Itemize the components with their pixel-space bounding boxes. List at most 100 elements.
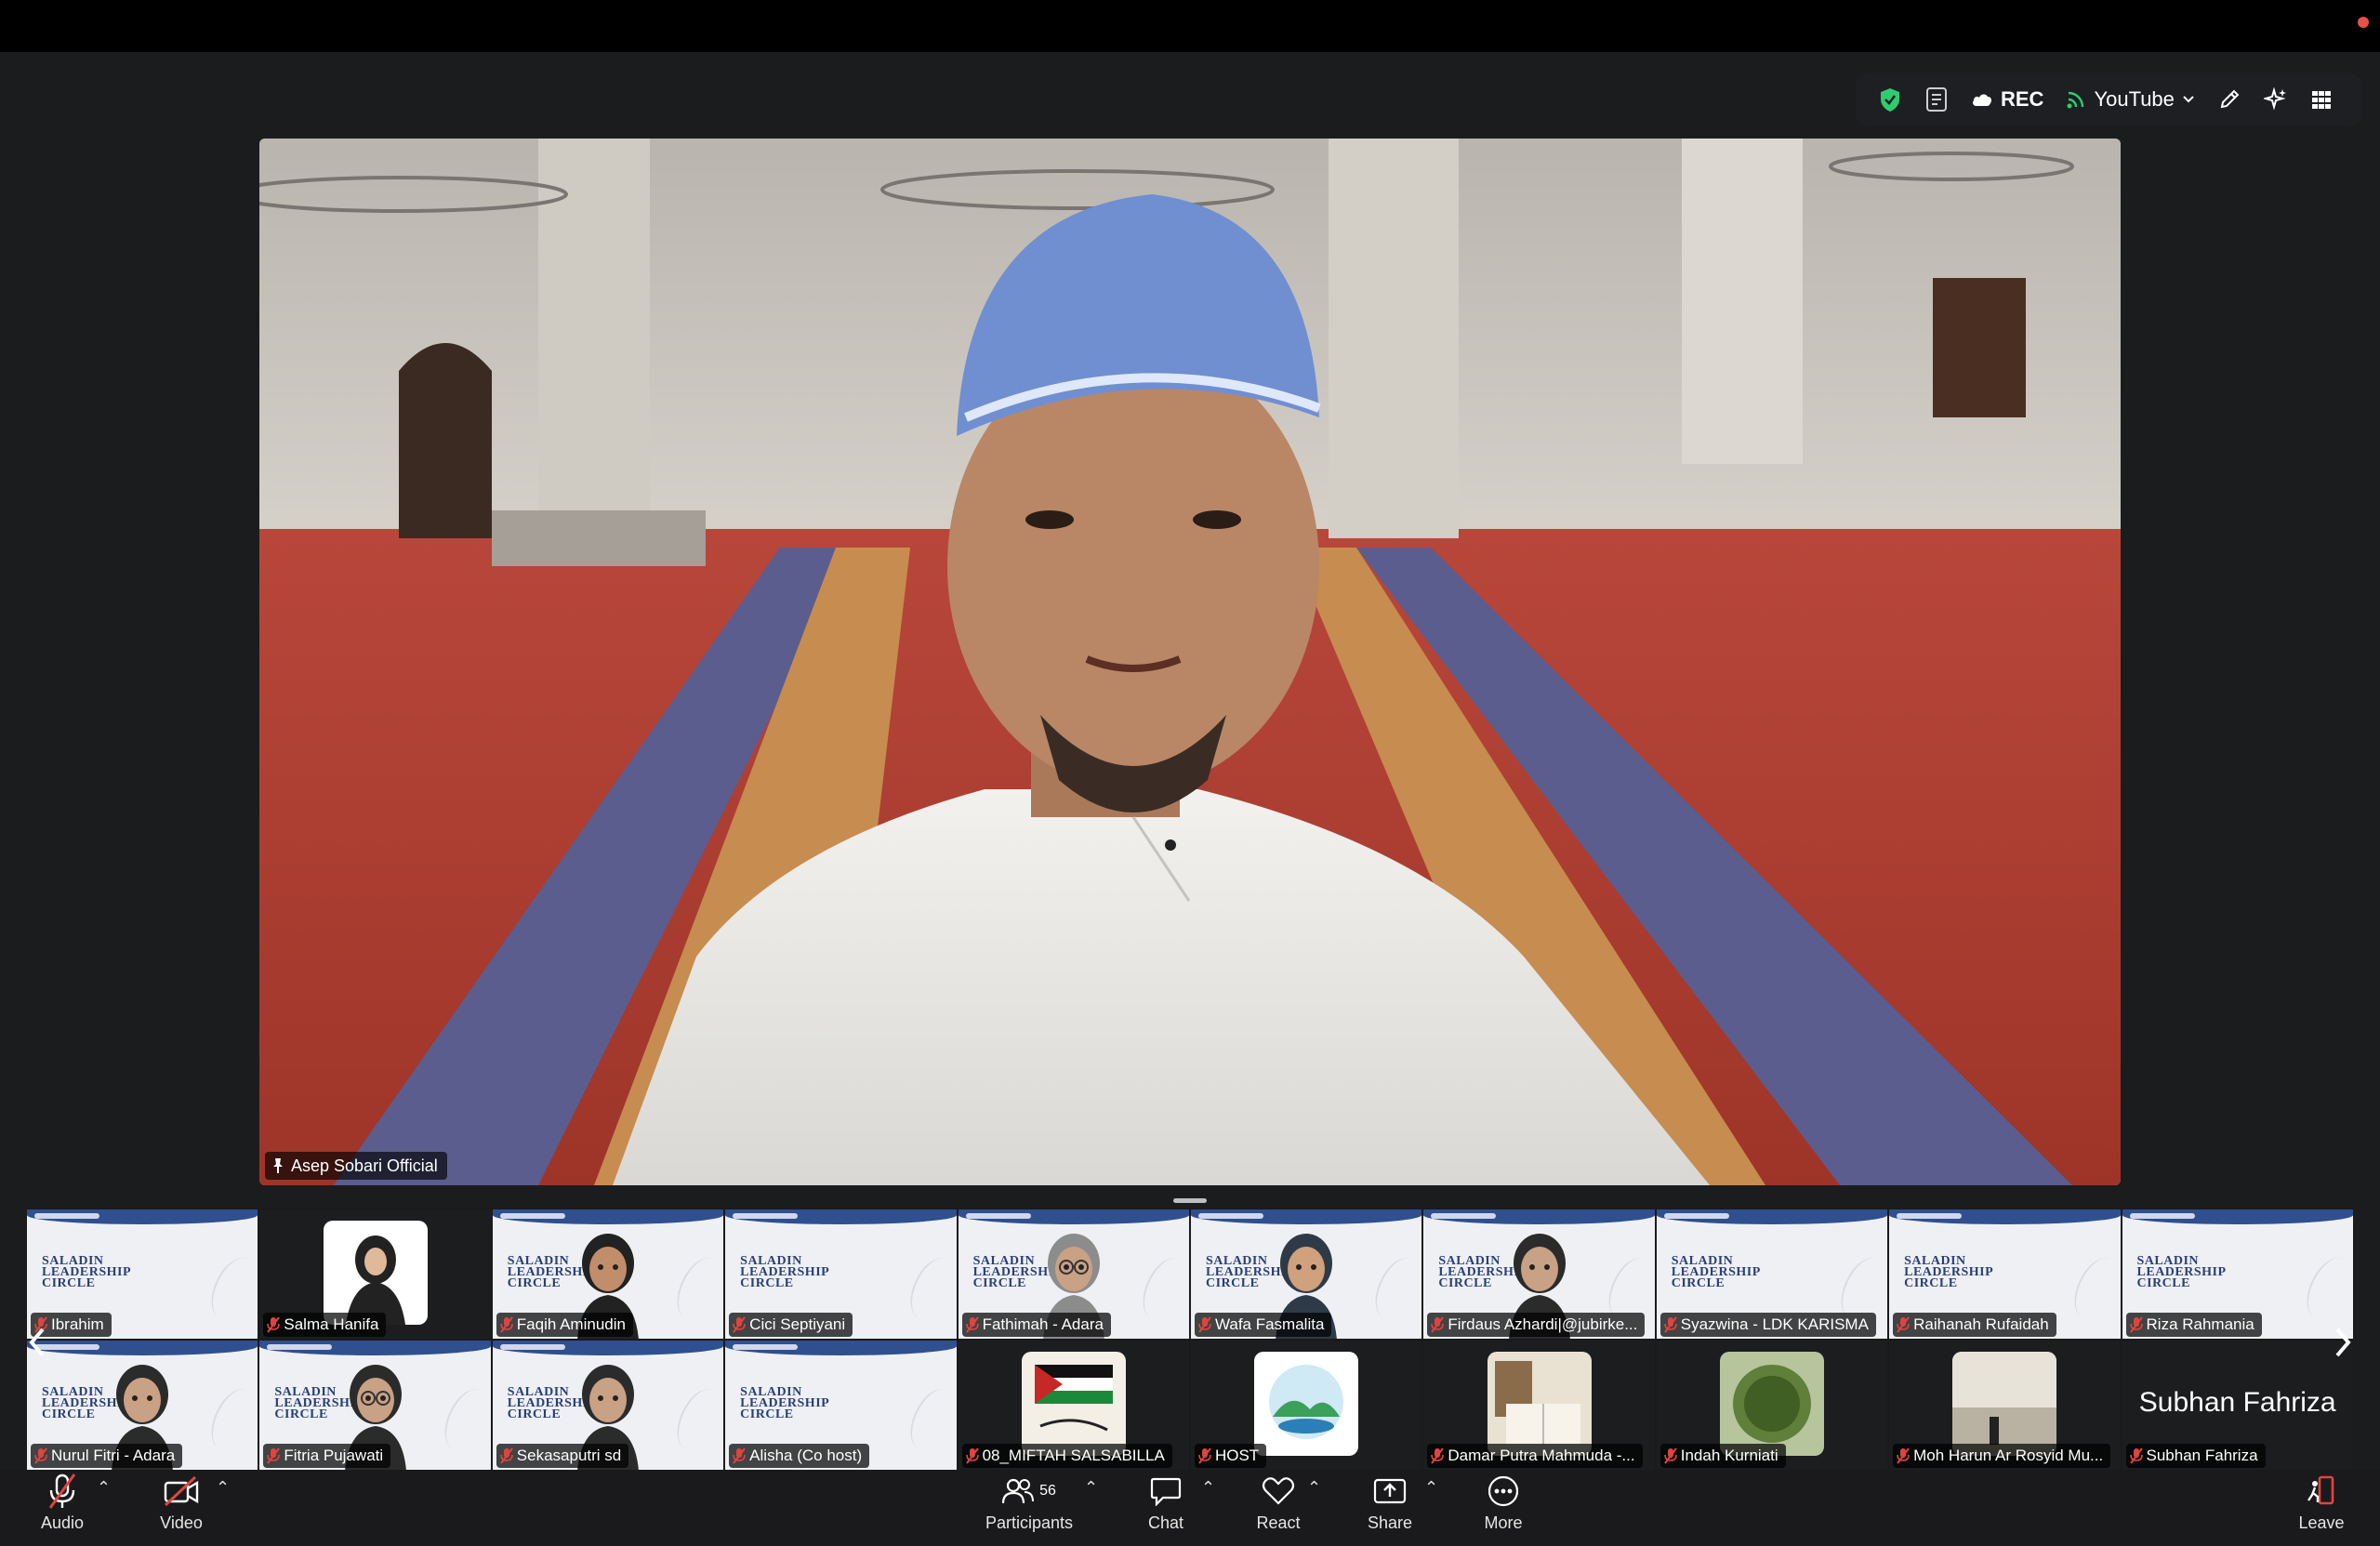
gallery-resize-handle[interactable] [1173,1198,1207,1203]
participant-name: Nurul Fitri - Adara [51,1447,176,1464]
brand-logo: SALADIN LEADERSHIP CIRCLE [42,1254,132,1290]
chat-label: Chat [1147,1513,1184,1532]
brand-logo: SALADIN LEADERSHIP CIRCLE [2136,1254,2227,1290]
participant-tile[interactable]: Moh Harun Ar Rosyid Mu... [1888,1340,2122,1471]
brand-header-bar [1897,1213,1963,1219]
annotate-pencil-icon[interactable] [2206,79,2253,120]
participant-gallery: SALADIN LEADERSHIP CIRCLE Ibrahim Salma Hani… [26,1209,2354,1471]
speaker-name-tag: Asep Sobari Official [265,1152,447,1180]
mic-muted-icon [733,1316,746,1333]
participant-tile[interactable]: SALADIN LEADERSHIP CIRCLE Fathimah - Adara [957,1209,1190,1340]
participant-name: Syazwina - LDK KARISMA [1680,1315,1869,1333]
gallery-next-arrow-icon[interactable] [2332,1324,2354,1361]
participant-name-tag: Moh Harun Ar Rosyid Mu... [1893,1444,2111,1468]
video-label: Video [160,1513,203,1532]
participant-tile[interactable]: Salma Hanifa [258,1209,492,1340]
active-speaker-video[interactable]: Asep Sobari Official [259,139,2121,1185]
participant-tile[interactable]: SALADIN LEADERSHIP CIRCLE Faqih Aminudin [491,1209,725,1340]
leave-label: Leave [2298,1513,2345,1532]
participant-tile[interactable]: SALADIN LEADERSHIP CIRCLE Raihanah Rufaidah [1888,1209,2122,1340]
participants-count: 56 [1039,1483,1056,1499]
feather-decoration [901,1250,957,1327]
participant-name: Alisha (Co host) [749,1447,863,1464]
brand-logo: SALADIN LEADERSHIP CIRCLE [740,1385,830,1421]
participant-tile[interactable]: SALADIN LEADERSHIP CIRCLE Syazwina - LDK KA… [1655,1209,1889,1340]
participant-name: Faqih Aminudin [516,1315,626,1333]
mic-muted-icon [2129,1447,2143,1464]
participant-tile[interactable]: Indah Kurniati [1655,1340,1889,1471]
mic-muted-icon [1663,1447,1677,1464]
cloud-icon [1973,94,1991,106]
mic-muted-icon [1431,1447,1445,1464]
leave-button[interactable]: Leave [2270,1471,2373,1533]
gallery-prev-arrow-icon[interactable] [26,1324,48,1361]
chat-bubble-icon [1150,1477,1182,1506]
chat-options-chevron-icon[interactable]: ⌃ [1201,1478,1215,1498]
broadcast-icon [2067,91,2084,109]
participant-tile[interactable]: SALADIN LEADERSHIP CIRCLE Sekasaputri sd [491,1340,725,1471]
participant-name: Subhan Fahriza [2146,1447,2258,1464]
heart-icon [1262,1477,1295,1505]
audio-options-chevron-icon[interactable]: ⌃ [97,1478,111,1498]
feather-decoration [1134,1250,1189,1327]
feather-decoration [2065,1250,2121,1327]
participants-options-chevron-icon[interactable]: ⌃ [1084,1478,1098,1498]
brand-header-bar [1431,1213,1497,1219]
brand-header-bar [34,1213,99,1219]
chevron-down-icon [2183,96,2194,103]
participant-name-tag: Riza Rahmania [2125,1313,2262,1337]
participant-name: Wafa Fasmalita [1214,1315,1325,1333]
mic-muted-icon [48,1473,76,1509]
mic-muted-icon [499,1316,513,1333]
speaker-name: Asep Sobari Official [291,1156,438,1175]
participant-tile[interactable]: SALADIN LEADERSHIP CIRCLE Riza Rahmania [2121,1209,2354,1340]
participant-tile[interactable]: SALADIN LEADERSHIP CIRCLE Wafa Fasmalita [1189,1209,1423,1340]
meeting-notes-icon[interactable] [1913,79,1960,120]
speaker-video-frame [259,139,2121,1185]
encryption-shield-icon[interactable] [1867,79,1913,120]
participant-name-tag: Subhan Fahriza [2125,1444,2266,1468]
cloud-recording-button[interactable]: REC [1960,79,2055,120]
brand-logo: SALADIN LEADERSHIP CIRCLE [1671,1254,1761,1290]
participant-name-tag: Faqih Aminudin [496,1313,633,1337]
react-options-chevron-icon[interactable]: ⌃ [1307,1478,1321,1498]
participant-name-tag: Syazwina - LDK KARISMA [1659,1313,1876,1337]
notification-dot [2358,17,2369,28]
feather-decoration [435,1381,491,1458]
participant-tile[interactable]: 08_MIFTAH SALSABILLA [957,1340,1190,1471]
participant-name: Cici Septiyani [749,1315,846,1333]
brand-logo: SALADIN LEADERSHIP CIRCLE [740,1254,830,1290]
participant-tile[interactable]: SALADIN LEADERSHIP CIRCLE Firdaus Azhardi|@… [1422,1209,1656,1340]
mic-muted-icon [2129,1316,2143,1333]
livestream-button[interactable]: YouTube [2055,79,2205,120]
share-options-chevron-icon[interactable]: ⌃ [1424,1478,1438,1498]
participant-name: 08_MIFTAH SALSABILLA [982,1447,1165,1464]
stream-label: YouTube [2094,87,2175,111]
gallery-view-grid-icon[interactable] [2299,79,2344,120]
mic-muted-icon [267,1316,281,1333]
video-options-chevron-icon[interactable]: ⌃ [216,1478,230,1498]
participant-tile[interactable]: SALADIN LEADERSHIP CIRCLE Fitria Pujawati [258,1340,492,1471]
participant-tile[interactable]: SALADIN LEADERSHIP CIRCLE Cici Septiyani [724,1209,958,1340]
ai-companion-sparkle-icon[interactable] [2253,79,2299,120]
react-label: React [1256,1513,1301,1532]
mic-muted-icon [1198,1316,1211,1333]
participant-tile[interactable]: SALADIN LEADERSHIP CIRCLE Alisha (Co host) [724,1340,958,1471]
mic-muted-icon [1431,1316,1445,1333]
participant-tile[interactable]: Damar Putra Mahmuda -... [1422,1340,1656,1471]
participant-tile[interactable]: Subhan Fahriza Subhan Fahriza [2121,1340,2354,1471]
participants-button[interactable]: 56 Participants [978,1471,1080,1533]
more-button[interactable]: More [1452,1471,1554,1533]
participant-tile[interactable]: SALADIN LEADERSHIP CIRCLE Nurul Fitri - Ada… [26,1340,259,1471]
audio-label: Audio [40,1513,85,1532]
mic-muted-icon [34,1447,47,1464]
participant-name: Sekasaputri sd [516,1447,622,1464]
brand-header-bar [965,1213,1031,1219]
participant-tile[interactable]: SALADIN LEADERSHIP CIRCLE Ibrahim [26,1209,259,1340]
participant-tile[interactable]: HOST [1189,1340,1423,1471]
mic-muted-icon [499,1447,513,1464]
brand-header-bar [267,1344,333,1350]
meeting-controls-bar: Audio ⌃ Video ⌃ 56 Participants ⌃ Chat ⌃… [0,1471,2380,1546]
feather-decoration [1367,1250,1422,1327]
participant-name-tag: 08_MIFTAH SALSABILLA [961,1444,1172,1468]
